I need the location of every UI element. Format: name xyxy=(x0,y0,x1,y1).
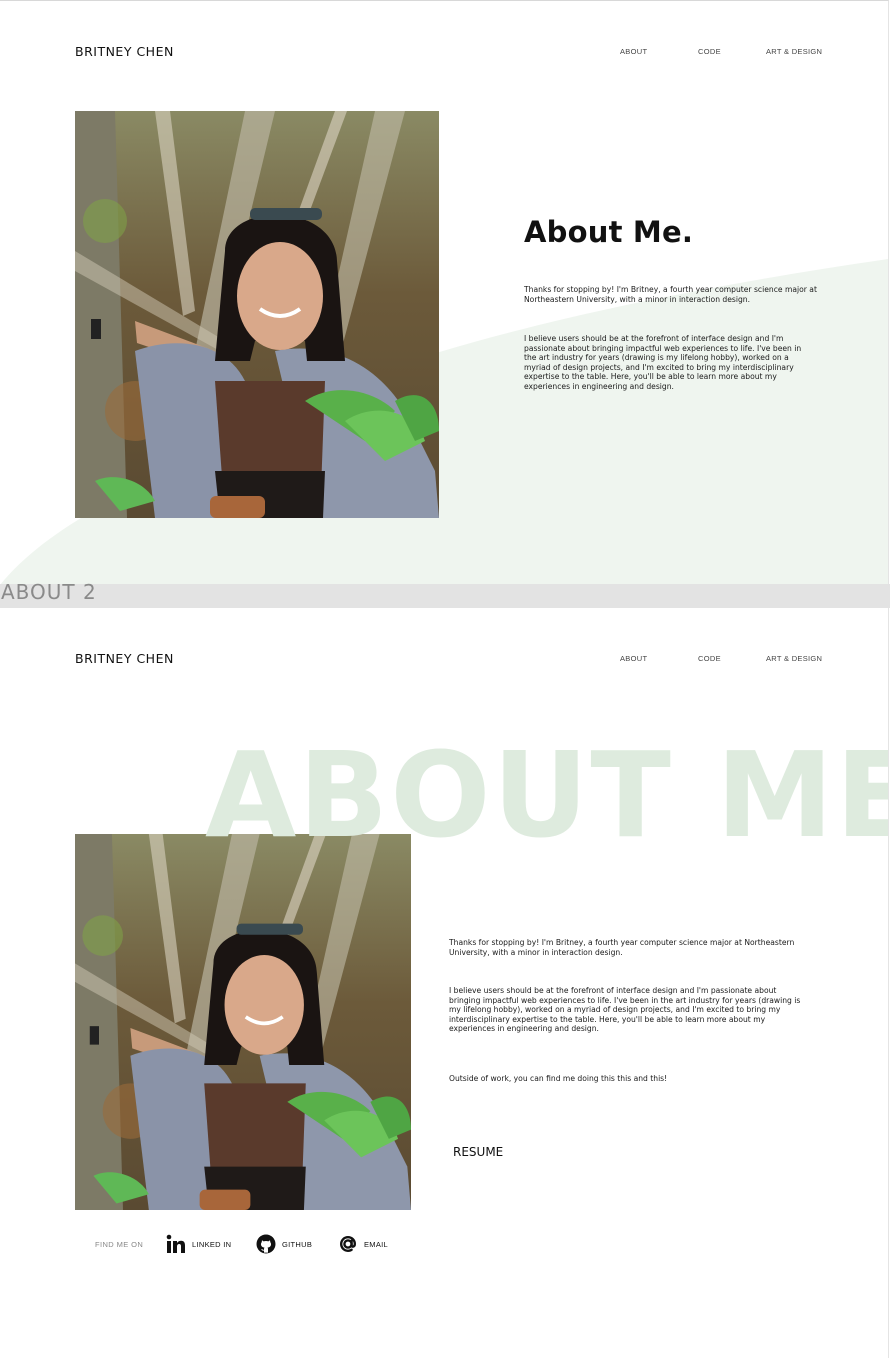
nav-art-design[interactable]: ART & DESIGN xyxy=(766,47,822,56)
philosophy-paragraph: I believe users should be at the forefro… xyxy=(449,986,801,1034)
hobbies-paragraph: Outside of work, you can find me doing t… xyxy=(449,1074,668,1083)
nav-about[interactable]: ABOUT xyxy=(620,47,647,56)
brand-name[interactable]: BRITNEY CHEN xyxy=(75,651,174,666)
at-sign-icon xyxy=(339,1235,357,1253)
email-link[interactable]: EMAIL xyxy=(338,1234,398,1256)
social-links: FIND ME ON LINKED IN GITHUB EMAIL xyxy=(95,1234,415,1256)
linkedin-label: LINKED IN xyxy=(192,1240,232,1249)
about-title: About Me. xyxy=(524,215,694,249)
github-link[interactable]: GITHUB xyxy=(256,1234,321,1256)
intro-paragraph: Thanks for stopping by! I'm Britney, a f… xyxy=(524,285,817,304)
brand-name[interactable]: BRITNEY CHEN xyxy=(75,44,174,59)
portrait-photo xyxy=(75,111,439,518)
about-frame-1: BRITNEY CHEN ABOUT CODE ART & DESIGN Abo… xyxy=(0,0,889,585)
philosophy-paragraph: I believe users should be at the forefro… xyxy=(524,334,802,391)
nav-about[interactable]: ABOUT xyxy=(620,654,647,663)
nav-art-design[interactable]: ART & DESIGN xyxy=(766,654,822,663)
nav-code[interactable]: CODE xyxy=(698,654,721,663)
about-frame-2: BRITNEY CHEN ABOUT CODE ART & DESIGN ABO… xyxy=(0,608,889,1358)
nav-code[interactable]: CODE xyxy=(698,47,721,56)
github-label: GITHUB xyxy=(282,1240,313,1249)
intro-paragraph: Thanks for stopping by! I'm Britney, a f… xyxy=(449,938,795,957)
resume-label: RESUME xyxy=(453,1145,504,1159)
resume-link[interactable]: RESUME xyxy=(449,1145,510,1164)
find-me-label: FIND ME ON xyxy=(95,1240,144,1249)
about-me-watermark: ABOUT ME xyxy=(205,726,889,864)
github-icon xyxy=(256,1234,276,1254)
portrait-photo xyxy=(75,834,411,1210)
divider-label: ABOUT 2 xyxy=(1,580,97,604)
linkedin-link[interactable]: LINKED IN xyxy=(166,1234,241,1256)
section-divider xyxy=(0,584,890,608)
email-label: EMAIL xyxy=(364,1240,389,1249)
linkedin-icon xyxy=(166,1234,185,1253)
